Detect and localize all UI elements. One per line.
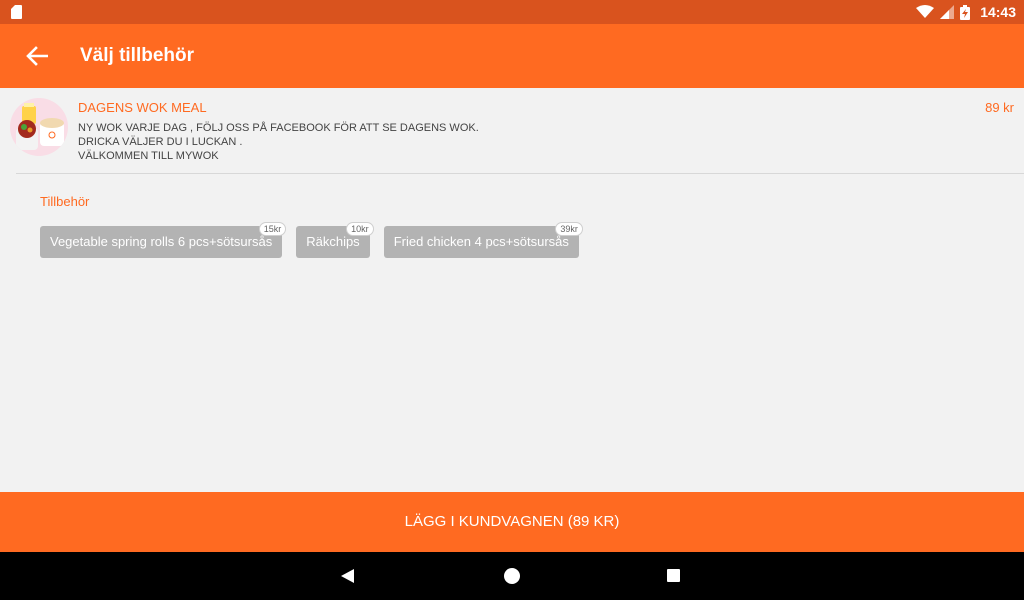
nav-back-icon[interactable] (341, 569, 354, 583)
meal-description: NY WOK VARJE DAG , FÖLJ OSS PÅ FACEBOOK … (78, 121, 479, 163)
wifi-icon (916, 5, 935, 18)
accessory-chip-fried-chicken[interactable]: Fried chicken 4 pcs+sötsursås 39kr (383, 222, 583, 258)
nav-recents-icon[interactable] (667, 569, 680, 582)
app-bar: Välj tillbehör (0, 24, 1024, 88)
status-time: 14:43 (980, 4, 1016, 20)
accessory-label: Fried chicken 4 pcs+sötsursås (393, 234, 569, 249)
meal-description-line: VÄLKOMMEN TILL MYWOK (78, 150, 219, 162)
add-to-cart-button[interactable]: LÄGG I KUNDVAGNEN (89 KR) (0, 492, 1024, 552)
accessory-price-badge: 15kr (258, 222, 287, 236)
accessory-list: Vegetable spring rolls 6 pcs+sötsursås 1… (40, 222, 583, 258)
battery-charging-icon (960, 4, 971, 20)
meal-image (10, 98, 68, 156)
accessory-chip-rakchips[interactable]: Räkchips 10kr (296, 222, 374, 258)
sd-card-icon (11, 5, 22, 19)
meal-card: DAGENS WOK MEAL 89 kr NY WOK VARJE DAG ,… (10, 88, 1024, 174)
meal-name: DAGENS WOK MEAL (78, 100, 207, 115)
page-title: Välj tillbehör (80, 45, 195, 66)
signal-icon (940, 5, 955, 19)
nav-home-icon[interactable] (504, 568, 520, 584)
accessory-label: Vegetable spring rolls 6 pcs+sötsursås (50, 234, 273, 249)
arrow-back-icon (26, 46, 48, 66)
back-button[interactable] (20, 40, 54, 72)
accessory-price-badge: 10kr (346, 222, 374, 236)
accessory-chip-spring-rolls[interactable]: Vegetable spring rolls 6 pcs+sötsursås 1… (40, 222, 287, 258)
status-icons: 14:43 (916, 0, 1016, 24)
accessory-price-badge: 39kr (555, 222, 583, 236)
status-bar: 14:43 (0, 0, 1024, 24)
meal-price: 89 kr (985, 100, 1014, 115)
system-nav-bar (0, 552, 1024, 600)
meal-description-line: NY WOK VARJE DAG , FÖLJ OSS PÅ FACEBOOK … (78, 122, 479, 134)
accessory-label: Räkchips (306, 234, 360, 249)
accessories-title: Tillbehör (40, 194, 90, 209)
meal-description-line: DRICKA VÄLJER DU I LUCKAN . (78, 136, 243, 148)
